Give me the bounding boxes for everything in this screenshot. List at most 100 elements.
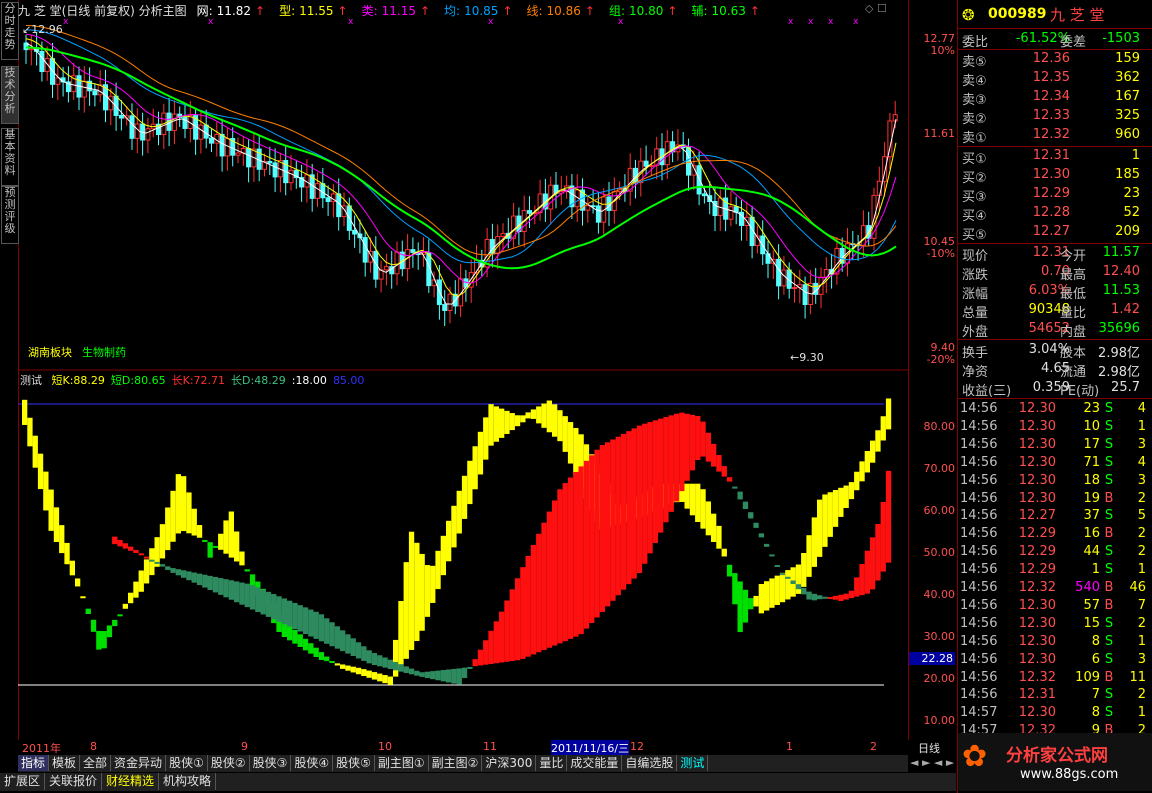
tick-side: B xyxy=(1104,526,1114,542)
tick-time: 14:56 xyxy=(960,472,998,488)
short-kd-bar xyxy=(165,507,171,551)
short-kd-bar xyxy=(859,461,865,482)
indicator-tab[interactable]: 沪深300 xyxy=(482,755,537,771)
short-kd-bar xyxy=(456,490,462,534)
tick-side: S xyxy=(1104,401,1114,416)
tick-volume: 18 xyxy=(1083,472,1100,488)
tick-side: B xyxy=(1104,597,1114,613)
date-label: 12 xyxy=(630,740,644,753)
long-kd-bar xyxy=(737,491,743,500)
short-kd-bar xyxy=(472,446,478,490)
short-kd-bar xyxy=(186,492,192,534)
long-kd-bar xyxy=(790,580,796,584)
indicator-tab[interactable]: 指标 xyxy=(18,755,50,771)
candle-body xyxy=(776,258,782,287)
axis-label: 11.61 xyxy=(923,127,956,140)
bid-price: 12.30 xyxy=(1032,167,1070,182)
ask-row: 卖① 12.32 960 xyxy=(960,127,1150,146)
indicator-tab[interactable]: 资金异动 xyxy=(111,755,167,771)
short-kd-bar xyxy=(244,569,250,572)
bid-label: 买⑤ xyxy=(962,228,987,243)
tab-scroll-arrows[interactable]: ◄ ► ◄ ► xyxy=(910,756,954,769)
indicator-tab[interactable]: 全部 xyxy=(80,755,112,771)
indicator-tab[interactable]: 量比 xyxy=(536,755,568,771)
indicator-tab[interactable]: 股侠② xyxy=(208,755,250,771)
tick-volume: 19 xyxy=(1083,490,1100,506)
stat-value: 35696 xyxy=(1098,321,1140,336)
short-kd-bar xyxy=(721,548,727,557)
short-kd-bar xyxy=(832,490,839,527)
long-kd-bar xyxy=(159,564,166,567)
short-kd-bar xyxy=(774,575,780,605)
tick-volume: 16 xyxy=(1083,526,1100,542)
short-kd-bar xyxy=(292,629,298,644)
long-kd-bar xyxy=(228,580,234,600)
left-tab-forecast[interactable]: 预测评级 xyxy=(1,186,19,244)
moving-average-line xyxy=(25,29,897,264)
short-kd-bar xyxy=(334,663,340,666)
short-kd-bar xyxy=(488,404,494,446)
indicator-series-value: 短K:88.29 xyxy=(52,374,105,387)
indicator-tab[interactable]: 成交能量 xyxy=(567,755,623,771)
bid-row: 买④ 12.28 52 xyxy=(960,205,1150,224)
short-kd-bar xyxy=(758,583,764,614)
short-kd-bar xyxy=(308,643,314,654)
long-kd-bar xyxy=(748,512,754,519)
footer-tab-related[interactable]: 关联报价 xyxy=(45,773,103,790)
long-kd-bar xyxy=(504,600,510,662)
indicator-tab[interactable]: 副主图① xyxy=(375,755,429,771)
long-kd-bar xyxy=(324,618,330,644)
short-kd-bar xyxy=(477,431,484,475)
period-label[interactable]: 日线 xyxy=(918,740,940,756)
indicator-header: 测试 短K:88.29 短D:80.65 长K:72.71 长D:48.29:18.0… xyxy=(20,372,364,388)
left-tab-intraday[interactable]: 分时走势 xyxy=(1,2,19,60)
indicator-tab[interactable]: 股侠③ xyxy=(250,755,292,771)
tick-price: 12.30 xyxy=(1018,705,1056,721)
indicator-tab[interactable]: 模板 xyxy=(49,755,81,771)
candle-body xyxy=(500,232,506,238)
short-kd-bar xyxy=(711,513,717,542)
order-ratio-row: 委比 -61.52% 委差 -1503 xyxy=(960,31,1150,50)
long-kd-bar xyxy=(287,600,293,627)
short-kd-bar xyxy=(101,631,107,649)
indicator-tab[interactable]: 股侠④ xyxy=(291,755,334,771)
tick-row: 14:56 12.32 540 B 46 xyxy=(960,580,1150,598)
indicator-tab[interactable]: 副主图② xyxy=(429,755,483,771)
series-value: 48.29 xyxy=(254,374,286,387)
indicator-axis-label: 50.00 xyxy=(923,546,956,559)
bid-row: 买③ 12.29 23 xyxy=(960,186,1150,205)
indicator-tab[interactable]: 股侠① xyxy=(166,755,208,771)
indicator-tab[interactable]: 股侠⑤ xyxy=(333,755,375,771)
candle-body xyxy=(235,152,241,156)
series-label: 长D: xyxy=(231,374,255,387)
long-kd-bar xyxy=(716,454,722,472)
left-tab-fundamentals[interactable]: 基本资料 xyxy=(1,128,19,186)
footer-tab-institution[interactable]: 机构攻略 xyxy=(159,773,217,790)
bid-volume: 52 xyxy=(1123,205,1140,220)
footer-tab-extend[interactable]: 扩展区 xyxy=(0,773,46,790)
long-kd-bar xyxy=(218,578,224,595)
bid-volume: 209 xyxy=(1115,224,1140,239)
indicator-tab[interactable]: 测试 xyxy=(677,755,709,771)
left-tab-technical[interactable]: 技术分析 xyxy=(1,66,19,124)
moving-average-line xyxy=(25,33,897,284)
long-kd-bar xyxy=(122,543,128,549)
indicator-tab[interactable]: 自编选股 xyxy=(622,755,678,771)
order-ratio-label: 委比 xyxy=(962,35,989,50)
long-kd-bar xyxy=(461,667,468,679)
long-kd-bar xyxy=(801,587,807,595)
short-kd-bar xyxy=(764,581,770,611)
industry-tag: 生物制药 xyxy=(82,346,126,359)
short-kd-bar xyxy=(779,572,786,603)
bid-label: 买③ xyxy=(962,190,987,205)
tick-price: 12.30 xyxy=(1018,418,1056,434)
tick-side: S xyxy=(1104,687,1114,703)
bid-label: 买① xyxy=(962,152,987,167)
tick-volume: 37 xyxy=(1083,508,1100,524)
ask-label: 卖④ xyxy=(962,74,987,89)
axis-label: 10% xyxy=(930,44,955,57)
chart-canvas[interactable]: xxxxxxxxx xyxy=(18,0,908,740)
long-kd-bar xyxy=(541,522,547,651)
long-kd-bar xyxy=(451,668,457,684)
footer-tab-finance[interactable]: 财经精选 xyxy=(102,773,160,790)
